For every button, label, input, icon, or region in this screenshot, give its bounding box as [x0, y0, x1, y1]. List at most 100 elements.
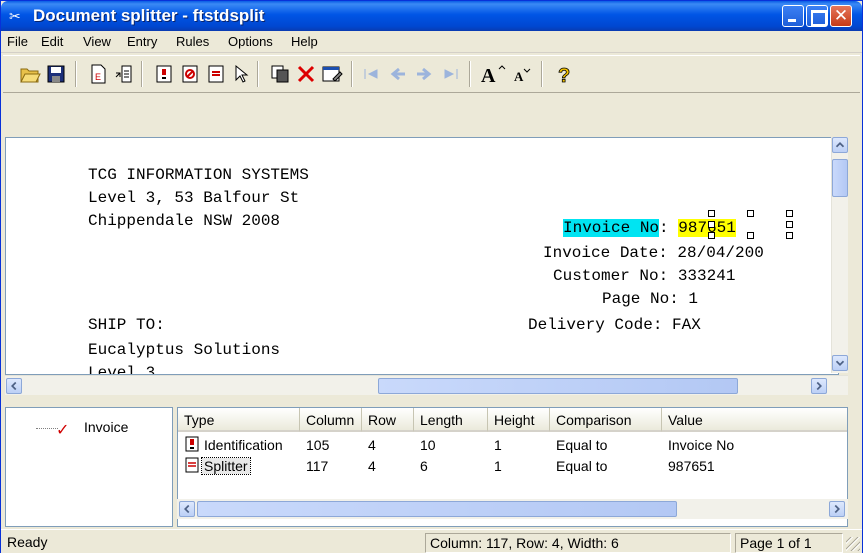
doc-line: Level 3: [88, 364, 156, 375]
column-header-row[interactable]: Row: [362, 408, 414, 432]
help-icon[interactable]: ?: [553, 63, 575, 88]
status-bar: Ready Column: 117, Row: 4, Width: 6 Page…: [1, 529, 862, 553]
close-button[interactable]: ✕: [830, 5, 852, 27]
maximize-button[interactable]: [806, 5, 828, 27]
column-header-value[interactable]: Value: [662, 408, 847, 432]
doc-line: Customer No: 333241: [553, 267, 736, 285]
horizontal-scroll-thumb[interactable]: [378, 378, 738, 394]
resize-handle[interactable]: [708, 221, 715, 228]
next-page-icon[interactable]: [413, 63, 435, 85]
cell-row: 4: [368, 437, 376, 453]
toolbar-separator: [469, 61, 471, 87]
toolbar-separator: [541, 61, 543, 87]
chevron-down-icon: [835, 360, 845, 366]
identification-rule-icon[interactable]: [153, 63, 175, 85]
pointer-icon[interactable]: [229, 63, 251, 85]
resize-handle[interactable]: [708, 232, 715, 239]
properties-icon[interactable]: [321, 63, 343, 85]
toolbar-separator: [351, 61, 353, 87]
document-vertical-scrollbar[interactable]: [831, 137, 848, 373]
menu-edit[interactable]: Edit: [41, 34, 63, 49]
status-position: Column: 117, Row: 4, Width: 6: [425, 533, 731, 553]
app-icon: ✂: [9, 8, 21, 24]
cell-length: 6: [420, 458, 428, 474]
rule-tree: ✓ Invoice: [5, 407, 173, 527]
resize-handle[interactable]: [708, 210, 715, 217]
svg-text:A: A: [481, 65, 496, 85]
cell-type: Identification: [204, 437, 283, 453]
doc-line: Level 3, 53 Balfour St: [88, 189, 300, 207]
menu-options[interactable]: Options: [228, 34, 273, 49]
toolbar-separator: [141, 61, 143, 87]
menu-file[interactable]: File: [7, 34, 28, 49]
menu-entry[interactable]: Entry: [127, 34, 157, 49]
scroll-left-button[interactable]: [179, 501, 195, 517]
cell-comparison: Equal to: [556, 437, 608, 453]
first-page-icon[interactable]: [361, 63, 383, 85]
toolbar: E A A ?: [3, 55, 860, 93]
scroll-down-button[interactable]: [832, 355, 848, 371]
field-icon[interactable]: [113, 63, 135, 85]
minimize-icon: [783, 6, 803, 26]
column-header-height[interactable]: Height: [488, 408, 550, 432]
exclusion-icon[interactable]: [179, 63, 201, 85]
application-window: ✂ Document splitter - ftstdsplit ✕ File …: [0, 0, 863, 553]
menu-bar: File Edit View Entry Rules Options Help: [1, 31, 862, 53]
column-header-column[interactable]: Column: [300, 408, 362, 432]
chevron-right-icon: [816, 381, 822, 391]
chevron-left-icon: [184, 504, 190, 514]
chevron-right-icon: [834, 504, 840, 514]
resize-grip-icon[interactable]: [846, 537, 860, 551]
menu-rules[interactable]: Rules: [176, 34, 209, 49]
increase-font-icon[interactable]: A: [479, 63, 507, 87]
document-view[interactable]: TCG INFORMATION SYSTEMS Level 3, 53 Balf…: [5, 137, 839, 375]
identification-icon: [184, 436, 200, 452]
resize-handle[interactable]: [786, 221, 793, 228]
toolbar-separator: [257, 61, 259, 87]
doc-line: Page No: 1: [602, 290, 699, 308]
resize-handle[interactable]: [747, 232, 754, 239]
svg-text:?: ?: [558, 65, 570, 85]
grid-horizontal-scrollbar[interactable]: [177, 499, 848, 519]
column-header-type[interactable]: Type: [178, 408, 300, 432]
identification-highlight[interactable]: Invoice No: [563, 219, 660, 237]
cell-value: Invoice No: [668, 437, 735, 453]
cell-column: 117: [306, 458, 329, 474]
tree-item-invoice[interactable]: Invoice: [84, 419, 128, 435]
cell-height: 1: [494, 437, 502, 453]
copy-icon[interactable]: [269, 63, 291, 85]
menu-help[interactable]: Help: [291, 34, 318, 49]
cell-length: 10: [420, 437, 436, 453]
cell-comparison: Equal to: [556, 458, 608, 474]
decrease-font-icon[interactable]: A: [511, 63, 533, 85]
cell-type: Splitter: [201, 457, 251, 475]
scroll-right-button[interactable]: [811, 378, 827, 394]
doc-line: TCG INFORMATION SYSTEMS: [88, 166, 309, 184]
vertical-scroll-thumb[interactable]: [832, 159, 848, 197]
scroll-left-button[interactable]: [6, 378, 22, 394]
svg-text:E: E: [95, 72, 101, 82]
chevron-left-icon: [11, 381, 17, 391]
last-page-icon[interactable]: [439, 63, 461, 85]
window-title: Document splitter - ftstdsplit: [33, 6, 265, 25]
title-bar[interactable]: ✂ Document splitter - ftstdsplit ✕: [1, 1, 862, 31]
horizontal-scroll-thumb[interactable]: [197, 501, 677, 517]
column-header-comparison[interactable]: Comparison: [550, 408, 662, 432]
cell-height: 1: [494, 458, 502, 474]
previous-page-icon[interactable]: [387, 63, 409, 85]
identification-icon[interactable]: E: [87, 63, 109, 85]
minimize-button[interactable]: [782, 5, 804, 27]
scroll-right-button[interactable]: [829, 501, 845, 517]
scroll-up-button[interactable]: [832, 137, 848, 153]
resize-handle[interactable]: [786, 210, 793, 217]
resize-handle[interactable]: [747, 210, 754, 217]
open-folder-icon[interactable]: [19, 63, 41, 85]
save-disk-icon[interactable]: [45, 63, 67, 85]
menu-view[interactable]: View: [83, 34, 111, 49]
splitter-icon[interactable]: [205, 63, 227, 85]
delete-icon[interactable]: [295, 63, 317, 85]
maximize-icon: [807, 6, 827, 26]
document-horizontal-scrollbar[interactable]: [5, 375, 848, 395]
column-header-length[interactable]: Length: [414, 408, 488, 432]
resize-handle[interactable]: [786, 232, 793, 239]
